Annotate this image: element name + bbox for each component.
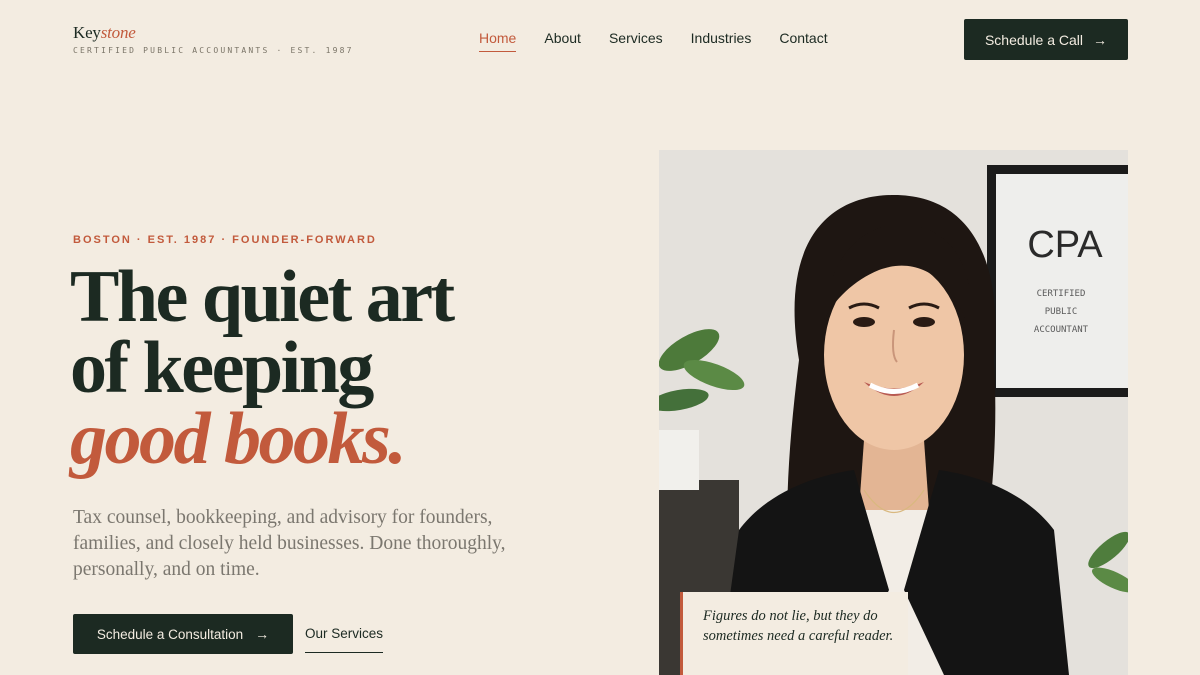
sign-line-3: ACCOUNTANT (1034, 325, 1089, 335)
hero-lede: Tax counsel, bookkeeping, and advisory f… (73, 507, 506, 580)
brand-logo[interactable]: Keystone CERTIFIED PUBLIC ACCOUNTANTS · … (73, 23, 354, 56)
nav-item-services[interactable]: Services (609, 30, 663, 52)
headline-line-2: of keeping (70, 327, 374, 409)
nav-item-contact[interactable]: Contact (779, 30, 827, 52)
main-nav: Home About Services Industries Contact (479, 30, 856, 52)
cpa-sign: CPA CERTIFIED PUBLIC ACCOUNTANT (987, 165, 1128, 397)
brand-tagline: CERTIFIED PUBLIC ACCOUNTANTS · EST. 1987 (73, 46, 354, 55)
sign-line-2: PUBLIC (1045, 307, 1078, 317)
nav-item-home[interactable]: Home (479, 30, 517, 52)
schedule-consultation-label: Schedule a Consultation (96, 626, 244, 642)
brand-name: Keystone (73, 23, 136, 42)
headline-line-1: The quiet art (70, 256, 455, 338)
sign-line-1: CERTIFIED (1037, 289, 1086, 299)
quote-card: Figures do not lie, but they do sometime… (680, 592, 908, 675)
hero-eyebrow: BOSTON · EST. 1987 · FOUNDER-FORWARD (73, 234, 377, 246)
arrow-right-icon: → (255, 626, 270, 642)
headline-accent: good books. (70, 398, 407, 480)
arrow-right-icon: → (1093, 31, 1108, 48)
sign-title: CPA (1027, 224, 1103, 266)
hero-headline: The quiet art of keeping good books. (70, 260, 590, 476)
schedule-consultation-button[interactable]: Schedule a Consultation → (73, 614, 293, 654)
nav-item-about[interactable]: About (544, 30, 581, 52)
schedule-call-label: Schedule a Call (984, 31, 1084, 48)
nav-item-industries[interactable]: Industries (691, 30, 752, 52)
schedule-call-button[interactable]: Schedule a Call → (964, 19, 1128, 60)
our-services-link[interactable]: Our Services (305, 626, 384, 653)
